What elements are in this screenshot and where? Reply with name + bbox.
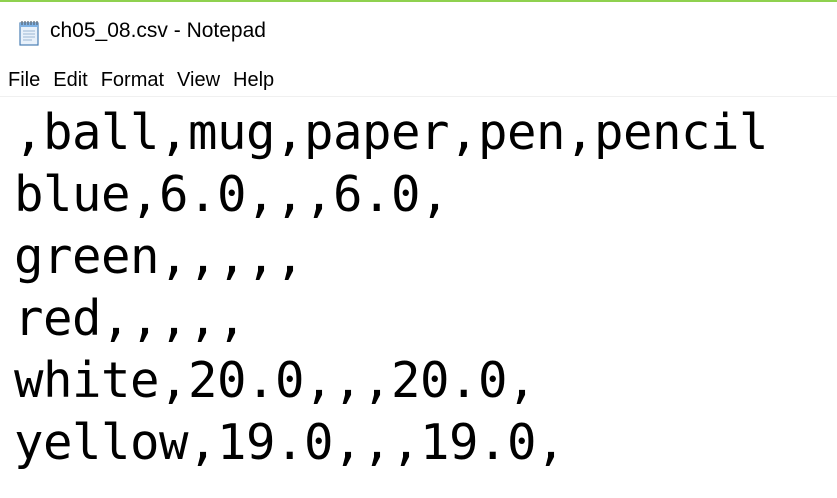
editor-line: white,20.0,,,20.0, [14,352,537,409]
editor-line: green,,,,, [14,228,305,285]
editor-line: ,ball,mug,paper,pen,pencil [14,104,769,161]
menu-view[interactable]: View [170,64,226,97]
menu-file[interactable]: File [0,64,46,97]
editor-line: blue,6.0,,,6.0, [14,166,450,223]
title-bar[interactable]: ch05_08.csv - Notepad [0,4,837,62]
text-editor-area[interactable]: ,ball,mug,paper,pen,pencil blue,6.0,,,6.… [0,98,837,498]
editor-line: yellow,19.0,,,19.0, [14,414,566,471]
editor-line: red,,,,, [14,290,247,347]
notepad-icon [14,18,44,48]
menu-format[interactable]: Format [94,64,170,97]
menu-edit[interactable]: Edit [46,64,93,97]
notepad-window: ch05_08.csv - Notepad File Edit Format V… [0,0,837,498]
window-title: ch05_08.csv - Notepad [50,19,266,42]
menu-help[interactable]: Help [226,64,280,97]
editor-content: ,ball,mug,paper,pen,pencil blue,6.0,,,6.… [14,102,769,474]
menu-bar: File Edit Format View Help [0,64,837,97]
